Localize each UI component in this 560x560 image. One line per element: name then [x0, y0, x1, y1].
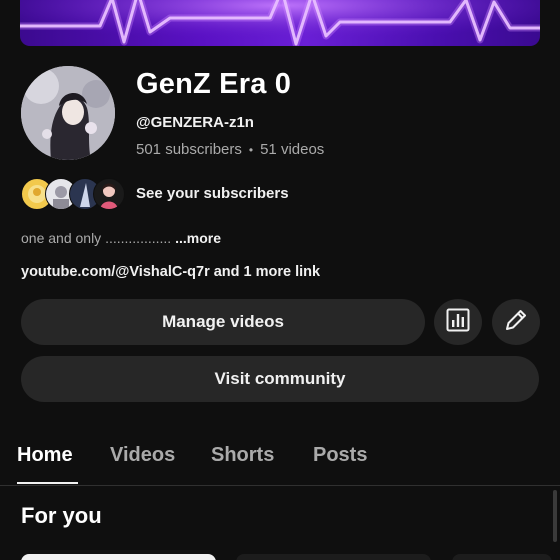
- for-you-heading: For you: [21, 503, 102, 528]
- description-text: one and only .................: [21, 230, 172, 246]
- channel-name: GenZ Era 0: [136, 68, 292, 100]
- video-card[interactable]: [21, 554, 216, 560]
- banner-heartbeat-graphic: [20, 0, 540, 46]
- channel-description[interactable]: one and only ................. ...more: [21, 230, 221, 246]
- channel-handle: @GENZERA-z1n: [136, 114, 254, 131]
- subscriber-count: 501 subscribers: [136, 141, 242, 158]
- tabs-divider: [0, 485, 560, 486]
- channel-page: GenZ Era 0 @GENZERA-z1n 501 subscribers …: [0, 0, 560, 560]
- subscriber-avatar: [93, 178, 125, 210]
- tab-shorts[interactable]: Shorts: [211, 444, 274, 467]
- edit-channel-button[interactable]: [492, 299, 540, 345]
- scrollbar[interactable]: [553, 490, 557, 542]
- analytics-chart-icon: [445, 307, 471, 338]
- visit-community-button[interactable]: Visit community: [21, 356, 539, 402]
- active-tab-indicator: [17, 482, 78, 484]
- video-card[interactable]: [452, 554, 552, 560]
- subscriber-avatars[interactable]: [21, 178, 127, 210]
- avatar-illustration: [21, 66, 115, 160]
- channel-banner[interactable]: [20, 0, 540, 46]
- description-more-link[interactable]: ...more: [175, 230, 221, 246]
- video-card[interactable]: [236, 554, 431, 560]
- channel-links[interactable]: youtube.com/@VishalC-q7r and 1 more link: [21, 264, 320, 280]
- pencil-edit-icon: [503, 307, 529, 338]
- manage-videos-button[interactable]: Manage videos: [21, 299, 425, 345]
- see-subscribers-link[interactable]: See your subscribers: [136, 185, 289, 202]
- channel-stats: 501 subscribers • 51 videos: [136, 141, 324, 158]
- tab-home[interactable]: Home: [17, 444, 73, 467]
- tab-posts[interactable]: Posts: [313, 444, 367, 467]
- stats-separator: •: [248, 142, 254, 157]
- channel-avatar[interactable]: [21, 66, 115, 160]
- analytics-button[interactable]: [434, 299, 482, 345]
- video-count: 51 videos: [260, 141, 325, 158]
- channel-tabs: Home Videos Shorts Posts: [0, 436, 560, 486]
- tab-videos[interactable]: Videos: [110, 444, 175, 467]
